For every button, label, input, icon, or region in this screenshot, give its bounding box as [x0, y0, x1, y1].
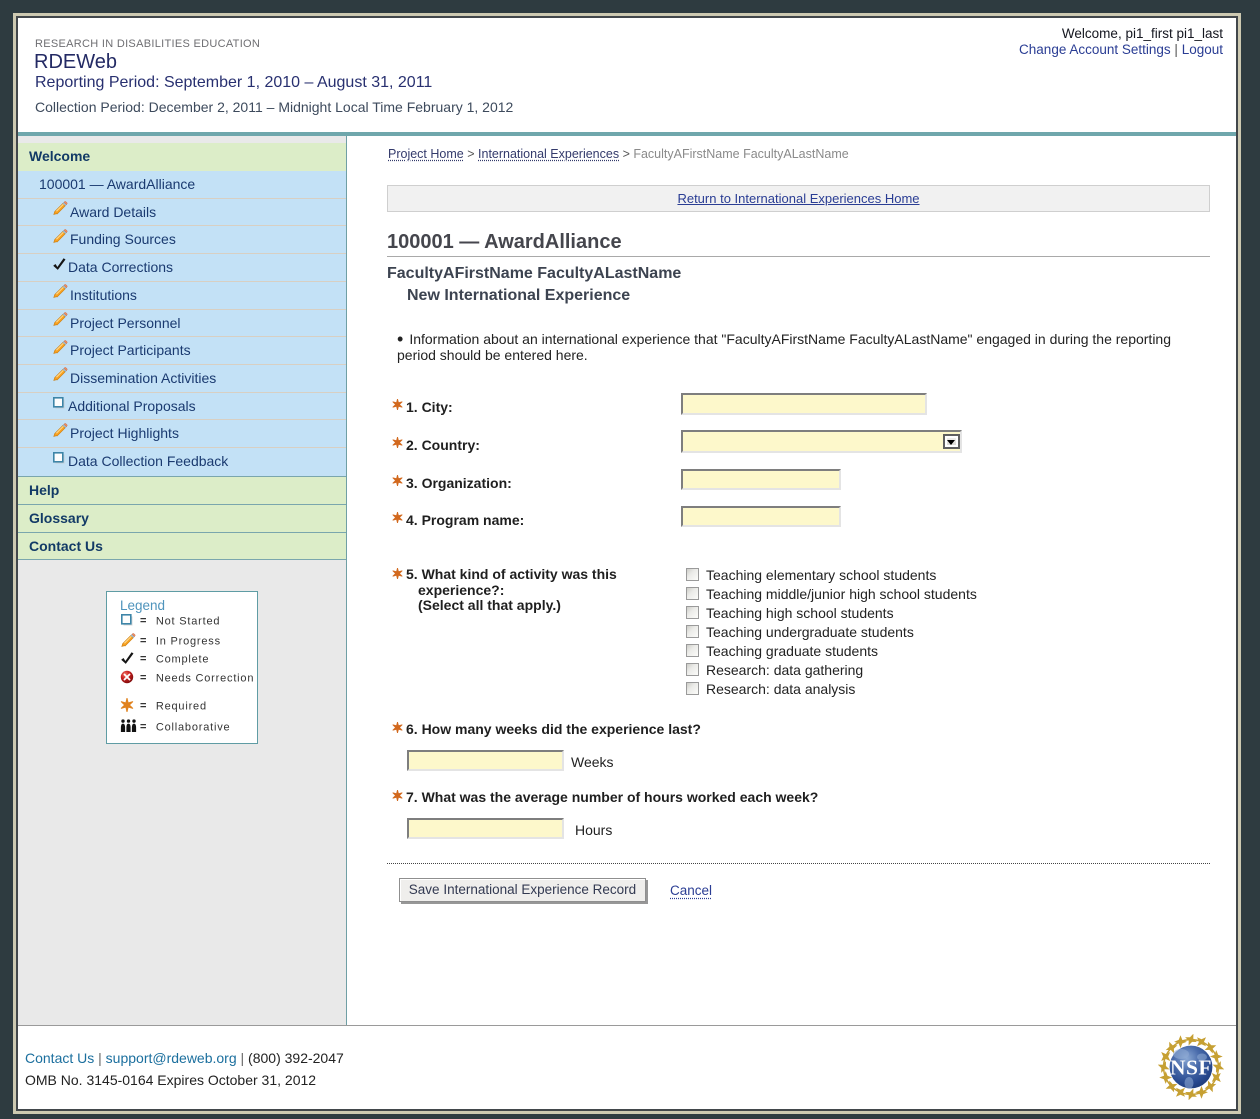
svg-text:NSF: NSF	[1170, 1056, 1212, 1080]
